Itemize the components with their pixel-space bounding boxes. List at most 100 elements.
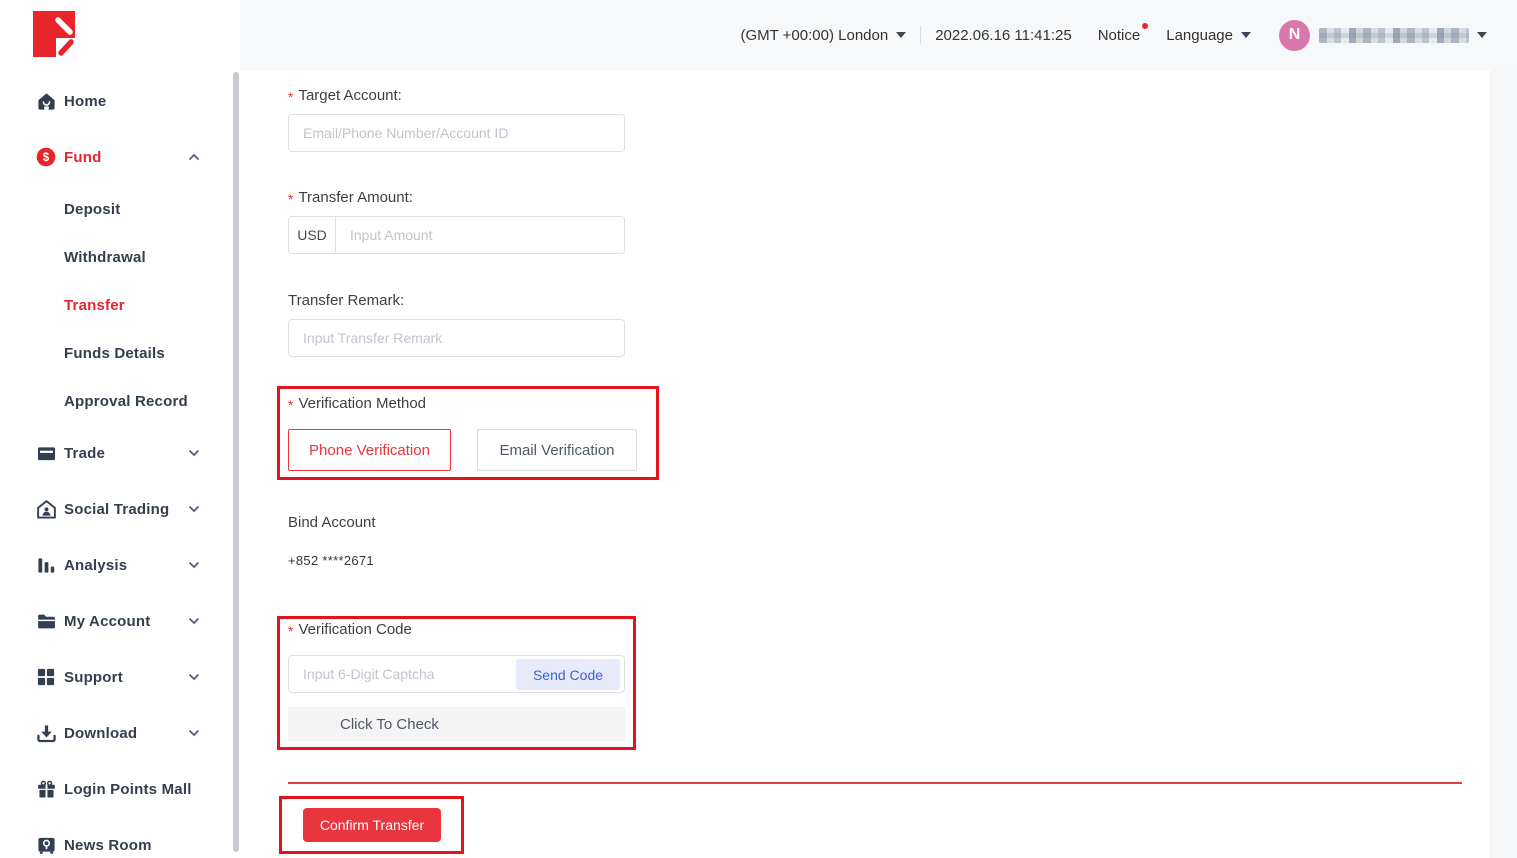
avatar[interactable]: N bbox=[1279, 20, 1310, 51]
sidebar-item-label: Funds Details bbox=[64, 345, 165, 362]
sidebar-item-label: News Room bbox=[64, 837, 152, 854]
chevron-down-icon bbox=[188, 615, 200, 627]
sidebar-item-label: My Account bbox=[64, 613, 150, 630]
section-divider bbox=[288, 782, 1462, 784]
sidebar-item-label: Support bbox=[64, 669, 123, 686]
confirm-transfer-highlight-box: Confirm Transfer bbox=[279, 796, 464, 854]
sidebar-item-fund[interactable]: $ Fund bbox=[0, 129, 240, 185]
chevron-down-icon bbox=[188, 671, 200, 683]
target-account-input[interactable] bbox=[289, 115, 624, 151]
currency-prefix: USD bbox=[289, 217, 336, 253]
sidebar-item-label: Home bbox=[64, 93, 106, 110]
phone-verification-button[interactable]: Phone Verification bbox=[288, 429, 451, 471]
transfer-remark-label: Transfer Remark: bbox=[288, 292, 1490, 310]
verification-code-label: * Verification Code bbox=[288, 621, 633, 639]
verification-method-highlight-box: * Verification Method Phone Verification… bbox=[277, 386, 659, 480]
click-to-check-button[interactable]: Click To Check bbox=[288, 707, 625, 741]
sidebar-item-label: Download bbox=[64, 725, 137, 742]
required-mark: * bbox=[288, 397, 293, 413]
required-mark: * bbox=[288, 623, 293, 639]
target-account-label: * Target Account: bbox=[288, 87, 1490, 105]
bind-account-label: Bind Account bbox=[288, 514, 1490, 531]
verification-method-options: Phone Verification Email Verification bbox=[288, 429, 656, 471]
chevron-down-icon bbox=[188, 447, 200, 459]
sidebar-scrollbar[interactable] bbox=[233, 72, 239, 852]
sidebar-item-approval-record[interactable]: Approval Record bbox=[0, 377, 240, 425]
sidebar-item-transfer[interactable]: Transfer bbox=[0, 281, 240, 329]
sidebar-item-label: Trade bbox=[64, 445, 105, 462]
email-verification-button[interactable]: Email Verification bbox=[477, 429, 637, 471]
caret-down-icon bbox=[896, 32, 906, 38]
sidebar-item-my-account[interactable]: My Account bbox=[0, 593, 240, 649]
chevron-down-icon bbox=[188, 503, 200, 515]
timezone-label: (GMT +00:00) London bbox=[740, 27, 888, 44]
brand-logo-icon bbox=[33, 11, 75, 57]
sidebar-nav: Home $ Fund Deposit Withdrawal Transfer … bbox=[0, 0, 240, 858]
page-gutter bbox=[1490, 70, 1517, 858]
download-icon bbox=[36, 723, 56, 743]
transfer-amount-input[interactable] bbox=[336, 217, 624, 253]
social-trading-icon bbox=[36, 499, 56, 519]
notice-button[interactable]: Notice bbox=[1098, 27, 1141, 44]
user-name-blurred bbox=[1319, 28, 1469, 43]
sidebar-item-withdrawal[interactable]: Withdrawal bbox=[0, 233, 240, 281]
required-mark: * bbox=[288, 89, 293, 105]
sidebar-item-analysis[interactable]: Analysis bbox=[0, 537, 240, 593]
transfer-form: * Target Account: * Transfer Amount: USD… bbox=[240, 70, 1490, 854]
grid-icon bbox=[36, 667, 56, 687]
transfer-amount-field: USD bbox=[288, 216, 625, 254]
folder-icon bbox=[36, 611, 56, 631]
sidebar-item-support[interactable]: Support bbox=[0, 649, 240, 705]
sidebar-item-label: Transfer bbox=[64, 297, 125, 314]
chevron-down-icon bbox=[188, 727, 200, 739]
confirm-transfer-button[interactable]: Confirm Transfer bbox=[303, 808, 441, 842]
user-menu[interactable] bbox=[1319, 28, 1487, 43]
news-room-icon bbox=[36, 835, 56, 855]
bind-account-value: +852 ****2671 bbox=[288, 553, 1490, 568]
caret-down-icon bbox=[1477, 32, 1487, 38]
top-bar: (GMT +00:00) London 2022.06.16 11:41:25 … bbox=[240, 0, 1517, 70]
sidebar-item-funds-details[interactable]: Funds Details bbox=[0, 329, 240, 377]
transfer-remark-input[interactable] bbox=[289, 320, 624, 356]
sidebar-item-news-room[interactable]: News Room bbox=[0, 817, 240, 858]
sidebar-item-home[interactable]: Home bbox=[0, 73, 240, 129]
svg-text:$: $ bbox=[43, 152, 50, 164]
transfer-remark-field bbox=[288, 319, 625, 357]
fund-icon: $ bbox=[36, 147, 56, 167]
trade-icon bbox=[36, 443, 56, 463]
divider bbox=[920, 26, 921, 44]
sidebar: Home $ Fund Deposit Withdrawal Transfer … bbox=[0, 0, 240, 858]
sidebar-item-login-points-mall[interactable]: Login Points Mall bbox=[0, 761, 240, 817]
send-code-button[interactable]: Send Code bbox=[516, 659, 620, 690]
sidebar-item-label: Deposit bbox=[64, 201, 120, 218]
chevron-up-icon bbox=[188, 151, 200, 163]
gift-icon bbox=[36, 779, 56, 799]
sidebar-item-label: Fund bbox=[64, 149, 101, 166]
verification-method-label: * Verification Method bbox=[288, 395, 656, 413]
verification-code-highlight-box: * Verification Code Send Code Click To C… bbox=[277, 616, 636, 750]
sidebar-item-social-trading[interactable]: Social Trading bbox=[0, 481, 240, 537]
sidebar-item-label: Login Points Mall bbox=[64, 781, 192, 798]
required-mark: * bbox=[288, 191, 293, 207]
caret-down-icon bbox=[1241, 32, 1251, 38]
sidebar-item-trade[interactable]: Trade bbox=[0, 425, 240, 481]
notice-label: Notice bbox=[1098, 27, 1141, 44]
home-icon bbox=[36, 91, 56, 111]
datetime: 2022.06.16 11:41:25 bbox=[935, 27, 1072, 44]
transfer-amount-label: * Transfer Amount: bbox=[288, 189, 1490, 207]
sidebar-item-label: Withdrawal bbox=[64, 249, 146, 266]
timezone-selector[interactable]: (GMT +00:00) London bbox=[740, 27, 906, 44]
sidebar-item-deposit[interactable]: Deposit bbox=[0, 185, 240, 233]
notice-badge-dot bbox=[1142, 23, 1148, 29]
sidebar-item-download[interactable]: Download bbox=[0, 705, 240, 761]
verification-code-field: Send Code bbox=[288, 655, 625, 693]
target-account-field bbox=[288, 114, 625, 152]
language-selector[interactable]: Language bbox=[1166, 27, 1251, 44]
language-label: Language bbox=[1166, 27, 1233, 44]
sidebar-item-label: Approval Record bbox=[64, 393, 188, 410]
chevron-down-icon bbox=[188, 559, 200, 571]
sidebar-item-label: Social Trading bbox=[64, 501, 169, 518]
transfer-page: * Target Account: * Transfer Amount: USD… bbox=[240, 70, 1490, 858]
analysis-icon bbox=[36, 555, 56, 575]
sidebar-item-label: Analysis bbox=[64, 557, 127, 574]
